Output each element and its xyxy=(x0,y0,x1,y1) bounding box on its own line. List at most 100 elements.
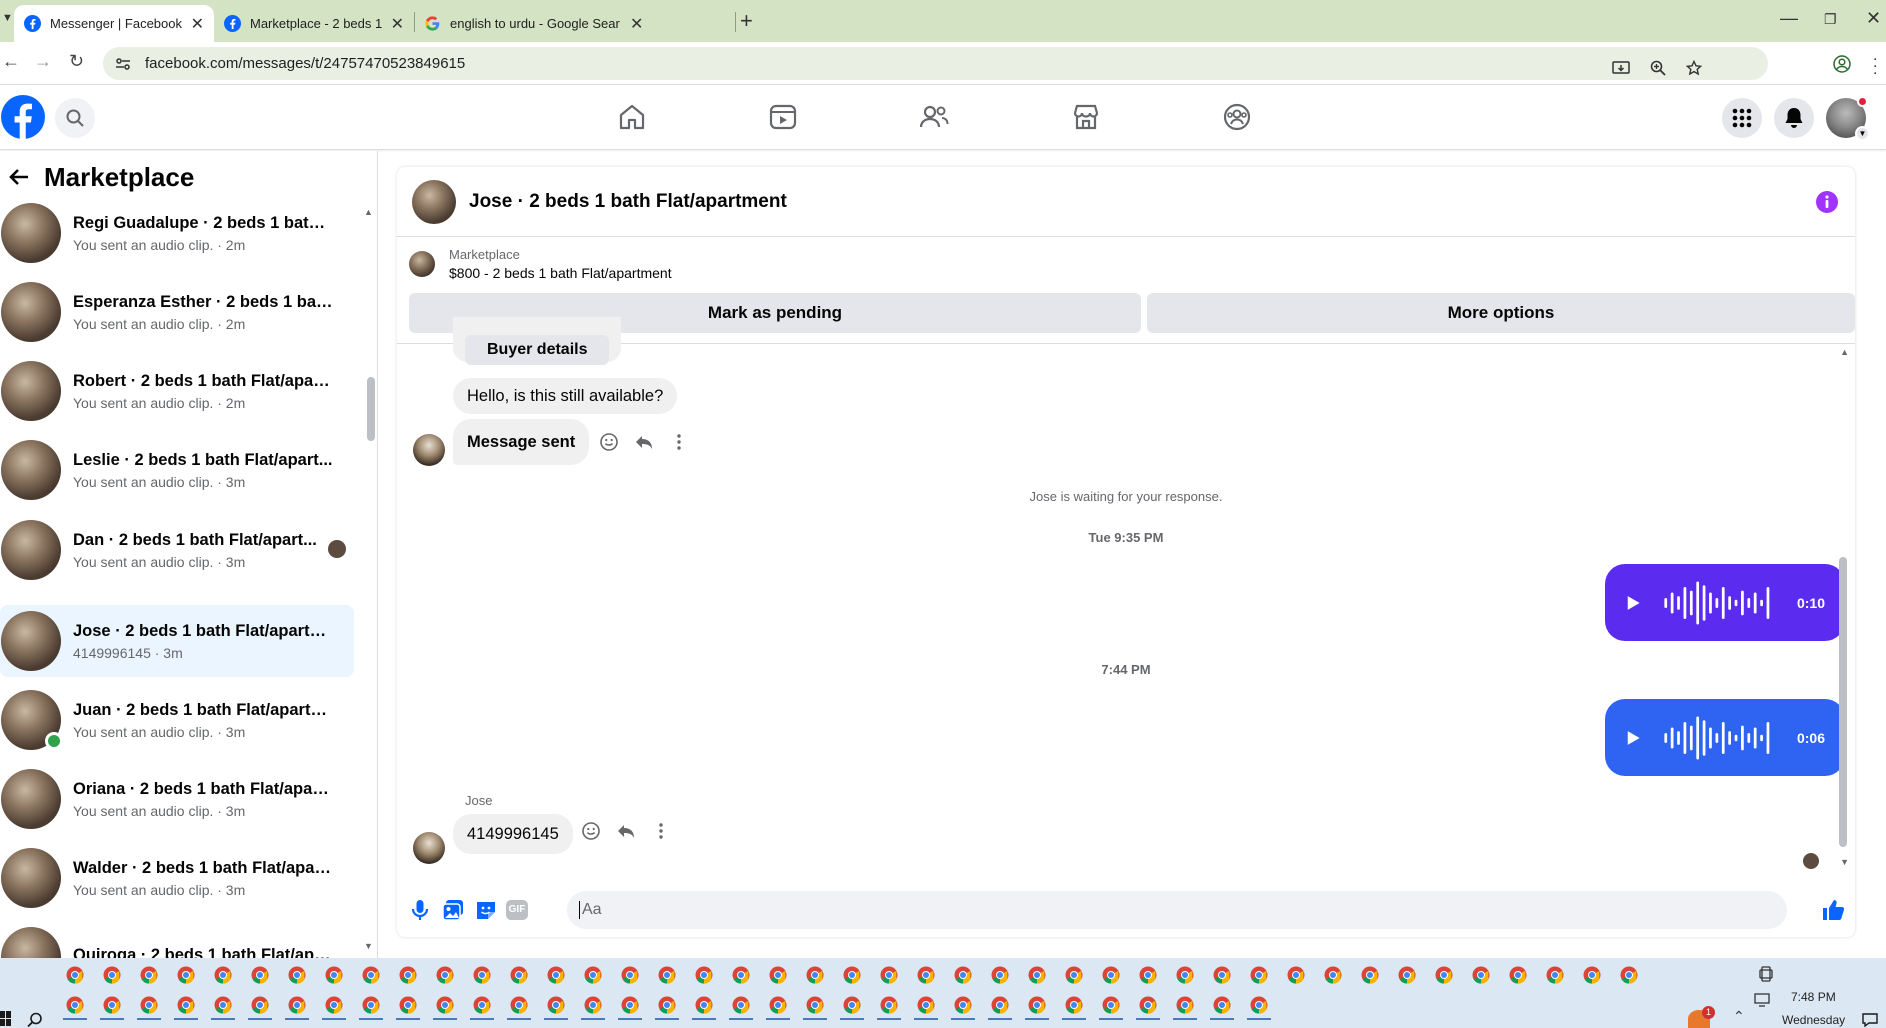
sidebar-scrollbar[interactable] xyxy=(367,377,375,441)
message-input[interactable] xyxy=(582,901,1682,919)
profile-icon[interactable] xyxy=(1833,55,1851,73)
chrome-taskbar-icon[interactable] xyxy=(66,966,84,984)
chrome-taskbar-icon[interactable] xyxy=(288,966,306,984)
chat-title[interactable]: Jose · 2 beds 1 bath Flat/apartment xyxy=(469,191,787,213)
chrome-taskbar-icon[interactable] xyxy=(1176,996,1194,1014)
chrome-taskbar-icon[interactable] xyxy=(1435,966,1453,984)
reply-icon[interactable] xyxy=(616,821,636,841)
close-tab-icon[interactable]: ✕ xyxy=(391,14,404,34)
message-input-box[interactable] xyxy=(567,891,1787,929)
chrome-taskbar-icon[interactable] xyxy=(399,966,417,984)
chrome-taskbar-icon[interactable] xyxy=(103,996,121,1014)
chrome-taskbar-icon[interactable] xyxy=(399,996,417,1014)
bookmark-star-icon[interactable] xyxy=(1686,60,1702,76)
back-arrow-icon[interactable]: ← xyxy=(2,51,20,72)
chrome-taskbar-icon[interactable] xyxy=(1583,966,1601,984)
chrome-taskbar-icon[interactable] xyxy=(1213,966,1231,984)
tab-messenger[interactable]: Messenger | Facebook ✕ xyxy=(14,5,214,42)
react-emoji-icon[interactable] xyxy=(599,432,619,452)
chrome-taskbar-icon[interactable] xyxy=(1250,966,1268,984)
chrome-taskbar-icon[interactable] xyxy=(140,966,158,984)
scroll-down-arrow[interactable]: ▼ xyxy=(1840,857,1849,867)
conversation-item-active[interactable]: Jose · 2 beds 1 bath Flat/apartm... 41499… xyxy=(0,605,354,677)
chrome-taskbar-icon[interactable] xyxy=(917,966,935,984)
marketplace-listing-card[interactable]: Marketplace $800 - 2 beds 1 bath Flat/ap… xyxy=(409,247,672,281)
chrome-taskbar-icon[interactable] xyxy=(954,996,972,1014)
gif-button[interactable]: GIF xyxy=(506,900,528,920)
more-vertical-icon[interactable] xyxy=(669,432,689,452)
forward-arrow-icon[interactable]: → xyxy=(34,51,52,72)
chrome-taskbar-icon[interactable] xyxy=(362,966,380,984)
chrome-taskbar-icon[interactable] xyxy=(1028,996,1046,1014)
microphone-icon[interactable] xyxy=(407,897,433,923)
clock-day[interactable]: Wednesday xyxy=(1782,1013,1845,1027)
zoom-icon[interactable] xyxy=(1650,60,1666,76)
chrome-taskbar-icon[interactable] xyxy=(1250,996,1268,1014)
chrome-taskbar-icon[interactable] xyxy=(1028,966,1046,984)
chrome-taskbar-icon[interactable] xyxy=(214,996,232,1014)
chevron-down-icon[interactable]: ▼ xyxy=(1855,126,1870,141)
conversation-item[interactable]: Dan · 2 beds 1 bath Flat/apart... You sen… xyxy=(0,514,354,586)
chrome-taskbar-icon[interactable] xyxy=(695,996,713,1014)
chrome-taskbar-icon[interactable] xyxy=(732,966,750,984)
network-icon[interactable] xyxy=(1754,993,1770,1007)
chrome-taskbar-icon[interactable] xyxy=(1472,966,1490,984)
chrome-taskbar-icon[interactable] xyxy=(880,996,898,1014)
buyer-details-button[interactable]: Buyer details xyxy=(465,334,610,365)
search-button[interactable] xyxy=(55,98,95,138)
conversation-item[interactable]: Leslie · 2 beds 1 bath Flat/apart... You … xyxy=(0,434,354,506)
chrome-taskbar-icon[interactable] xyxy=(1287,966,1305,984)
chrome-taskbar-icon[interactable] xyxy=(325,966,343,984)
more-vertical-icon[interactable] xyxy=(651,821,671,841)
maximize-button[interactable]: ❐ xyxy=(1824,11,1837,28)
friends-icon[interactable] xyxy=(918,101,950,133)
tab-google-search[interactable]: english to urdu - Google Search ✕ xyxy=(414,5,734,42)
scroll-down-arrow[interactable]: ▼ xyxy=(364,941,373,951)
scroll-up-arrow[interactable]: ▲ xyxy=(364,207,373,217)
chrome-taskbar-icon[interactable] xyxy=(658,996,676,1014)
play-icon[interactable] xyxy=(1625,594,1641,612)
photo-icon[interactable] xyxy=(440,897,466,923)
menu-button[interactable] xyxy=(1722,98,1762,138)
chrome-taskbar-icon[interactable] xyxy=(288,996,306,1014)
chrome-taskbar-icon[interactable] xyxy=(1102,996,1120,1014)
chrome-taskbar-icon[interactable] xyxy=(547,966,565,984)
chrome-taskbar-icon[interactable] xyxy=(769,996,787,1014)
video-icon[interactable] xyxy=(767,101,799,133)
chrome-taskbar-icon[interactable] xyxy=(843,966,861,984)
scroll-up-arrow[interactable]: ▲ xyxy=(1840,347,1849,357)
address-bar[interactable]: facebook.com/messages/t/2475747052384961… xyxy=(103,47,1768,80)
conversation-item[interactable]: Juan · 2 beds 1 bath Flat/apartm... You s… xyxy=(0,684,354,756)
chrome-taskbar-icon[interactable] xyxy=(251,966,269,984)
chrome-taskbar-icon[interactable] xyxy=(473,996,491,1014)
search-icon[interactable] xyxy=(27,1012,43,1028)
profile-avatar[interactable]: ▼ xyxy=(1826,96,1870,141)
chrome-taskbar-icon[interactable] xyxy=(806,996,824,1014)
chrome-taskbar-icon[interactable] xyxy=(658,966,676,984)
chrome-taskbar-icon[interactable] xyxy=(1213,996,1231,1014)
listing-avatar[interactable] xyxy=(412,179,456,224)
chrome-taskbar-icon[interactable] xyxy=(362,996,380,1014)
new-tab-button[interactable]: + xyxy=(740,8,753,34)
chrome-taskbar-icon[interactable] xyxy=(1102,966,1120,984)
chrome-taskbar-icon[interactable] xyxy=(473,966,491,984)
chrome-taskbar-icon[interactable] xyxy=(1509,966,1527,984)
clock-time[interactable]: 7:48 PM xyxy=(1791,990,1836,1004)
reply-icon[interactable] xyxy=(634,432,654,452)
conversation-item[interactable]: Regi Guadalupe · 2 beds 1 bath F... You s… xyxy=(0,197,354,269)
chrome-taskbar-icon[interactable] xyxy=(584,966,602,984)
chrome-taskbar-icon[interactable] xyxy=(584,996,602,1014)
chrome-taskbar-icon[interactable] xyxy=(880,966,898,984)
chrome-taskbar-icon[interactable] xyxy=(917,996,935,1014)
chrome-taskbar-icon[interactable] xyxy=(251,996,269,1014)
chrome-taskbar-icon[interactable] xyxy=(1361,966,1379,984)
marketplace-icon[interactable] xyxy=(1070,101,1102,133)
chrome-taskbar-icon[interactable] xyxy=(991,996,1009,1014)
chrome-taskbar-icon[interactable] xyxy=(510,966,528,984)
chrome-taskbar-icon[interactable] xyxy=(1324,966,1342,984)
groups-icon[interactable] xyxy=(1221,101,1253,133)
chrome-taskbar-icon[interactable] xyxy=(843,996,861,1014)
chrome-taskbar-icon[interactable] xyxy=(1065,966,1083,984)
tab-marketplace[interactable]: Marketplace - 2 beds 1 bath Fla ✕ xyxy=(214,5,414,42)
chrome-taskbar-icon[interactable] xyxy=(621,966,639,984)
